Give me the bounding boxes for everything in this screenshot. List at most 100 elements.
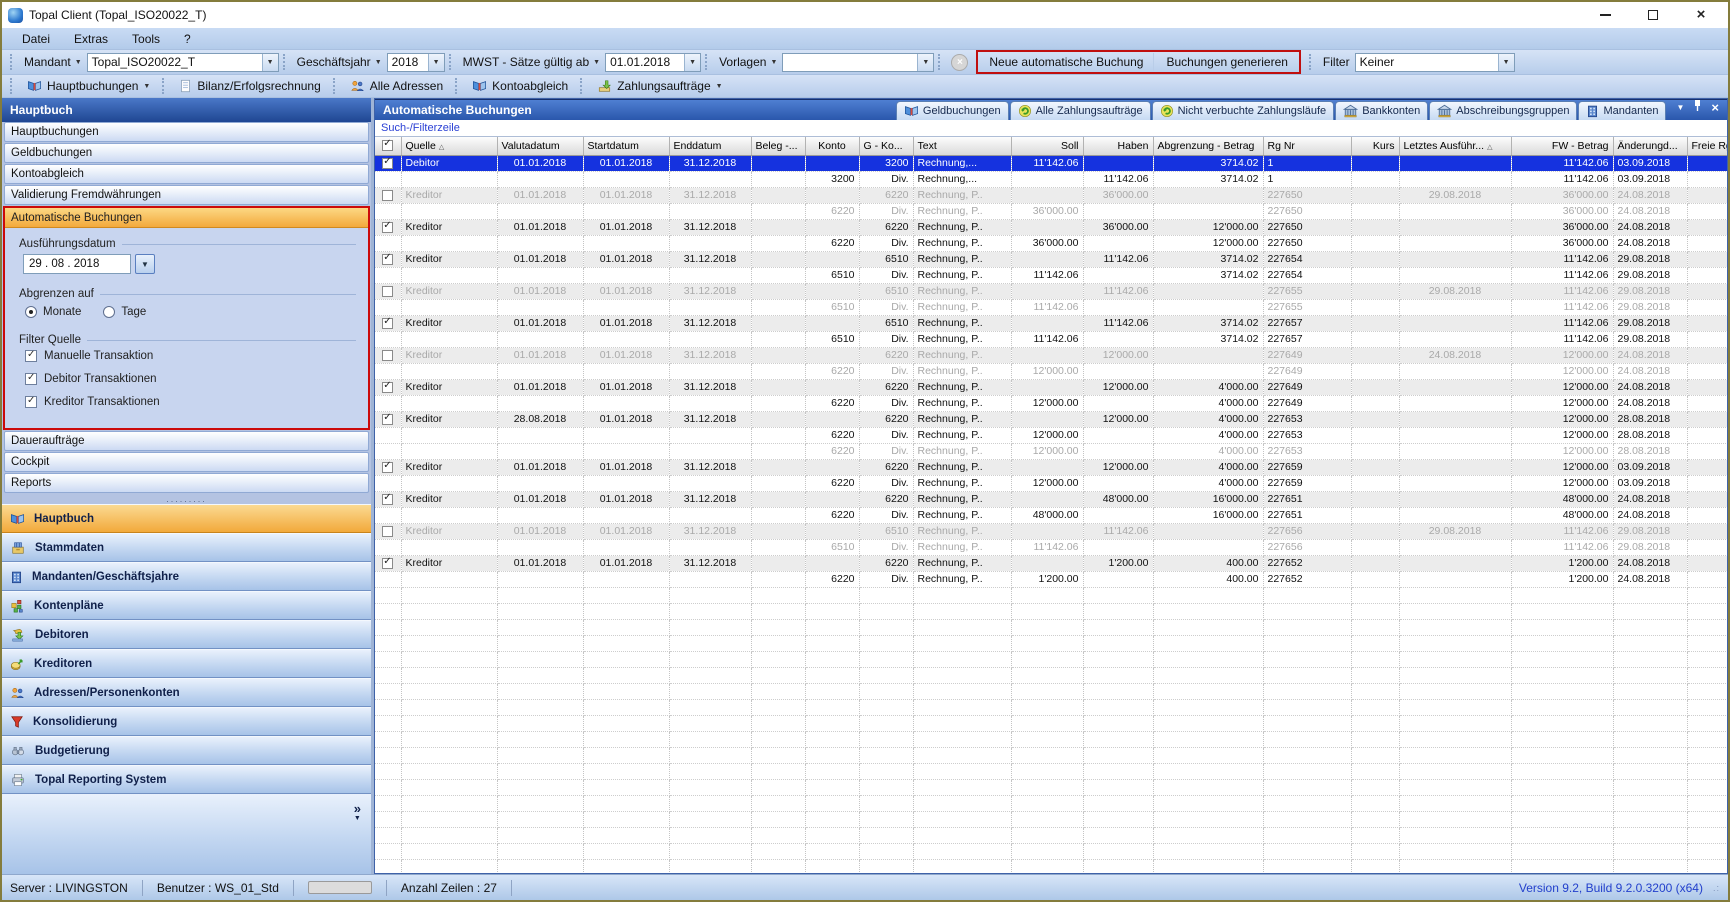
mwst-dropdown-label[interactable]: MWST - Sätze gültig ab▼ — [458, 53, 605, 71]
table-row[interactable]: Kreditor01.01.201801.01.201831.12.201862… — [375, 379, 1727, 395]
ausfuehrungsdatum-input[interactable]: 29 . 08 . 2018 — [23, 254, 131, 274]
configure-buttons-chevron-icon[interactable]: »▼ — [354, 804, 361, 874]
menu-item-tools[interactable]: Tools — [122, 30, 170, 48]
column-header-letztes[interactable]: Letztes Ausführ...△ — [1399, 137, 1511, 155]
column-header-fw[interactable]: FW - Betrag — [1511, 137, 1613, 155]
row-checkbox[interactable] — [382, 222, 393, 233]
column-header-aend[interactable]: Änderungd... — [1613, 137, 1687, 155]
vorlagen-dropdown-label[interactable]: Vorlagen▼ — [714, 53, 782, 71]
resize-grip[interactable]: .: — [1713, 883, 1720, 893]
row-checkbox[interactable] — [382, 318, 393, 329]
date-dropdown-button[interactable]: ▼ — [135, 254, 155, 274]
table-row[interactable]: Kreditor01.01.201801.01.201831.12.201862… — [375, 187, 1727, 203]
table-row[interactable]: Kreditor01.01.201801.01.201831.12.201862… — [375, 459, 1727, 475]
chevron-down-icon[interactable]: ▼ — [684, 54, 700, 71]
column-header-beleg[interactable]: Beleg -... — [751, 137, 805, 155]
filter-combobox[interactable]: Keiner ▼ — [1355, 53, 1515, 72]
row-checkbox[interactable] — [382, 414, 393, 425]
table-row[interactable]: 6220Div.Rechnung, P..36'000.0022765036'0… — [375, 203, 1727, 219]
nav-button-mandanten-geschäftsjahre[interactable]: Mandanten/Geschäftsjahre — [2, 562, 371, 591]
geschaeftsjahr-combobox[interactable]: 2018 ▼ — [387, 53, 445, 72]
table-row[interactable]: Kreditor01.01.201801.01.201831.12.201865… — [375, 251, 1727, 267]
close-button[interactable]: × — [1694, 8, 1708, 22]
table-row[interactable]: 6220Div.Rechnung, P..12'000.0022764912'0… — [375, 363, 1727, 379]
table-row[interactable]: 6510Div.Rechnung, P..11'142.063714.02227… — [375, 331, 1727, 347]
toolbar-grip[interactable] — [10, 78, 15, 94]
mandant-dropdown-label[interactable]: Mandant▼ — [19, 53, 87, 71]
row-checkbox[interactable] — [382, 558, 393, 569]
column-header-startdatum[interactable]: Startdatum — [583, 137, 669, 155]
sidebar-item-daueraufträge[interactable]: Daueraufträge — [4, 431, 369, 451]
column-header-text[interactable]: Text — [913, 137, 1011, 155]
nav-button-budgetierung[interactable]: Budgetierung — [2, 736, 371, 765]
table-row[interactable]: 6220Div.Rechnung, P..12'000.004'000.0022… — [375, 395, 1727, 411]
table-row[interactable]: 6220Div.Rechnung, P..12'000.004'000.0022… — [375, 427, 1727, 443]
new-automatic-booking-button[interactable]: Neue automatische Buchung — [979, 53, 1154, 71]
table-row[interactable]: 6220Div.Rechnung, P..12'000.004'000.0022… — [375, 475, 1727, 491]
nav-button-debitoren[interactable]: Debitoren — [2, 620, 371, 649]
column-header-haben[interactable]: Haben — [1083, 137, 1153, 155]
nav-button-adressen-personenkonten[interactable]: Adressen/Personenkonten — [2, 678, 371, 707]
column-header-valutadatum[interactable]: Valutadatum — [497, 137, 583, 155]
table-row[interactable]: 6220Div.Rechnung, P..12'000.004'000.0022… — [375, 443, 1727, 459]
toolbar-button-kontoabgleich[interactable]: Kontoabgleich — [464, 77, 576, 95]
checkbox-kreditor-transaktionen[interactable]: Kreditor Transaktionen — [25, 396, 356, 408]
column-header-kurs[interactable]: Kurs — [1351, 137, 1399, 155]
column-header-soll[interactable]: Soll — [1011, 137, 1083, 155]
sidebar-item-cockpit[interactable]: Cockpit — [4, 452, 369, 472]
radio-tage[interactable]: Tage — [103, 306, 146, 318]
mandant-combobox[interactable]: Topal_ISO20022_T ▼ — [87, 53, 279, 72]
sidebar-item-validierung-fremdwährungen[interactable]: Validierung Fremdwährungen — [4, 185, 369, 205]
toolbar-grip[interactable] — [162, 78, 167, 94]
table-row[interactable]: Kreditor01.01.201801.01.201831.12.201862… — [375, 491, 1727, 507]
vorlagen-combobox[interactable]: ▼ — [782, 53, 934, 72]
row-checkbox[interactable] — [382, 254, 393, 265]
toolbar-button-bilanz-erfolgsrechnung[interactable]: Bilanz/Erfolgsrechnung — [171, 77, 328, 95]
search-filter-row[interactable]: Such-/Filterzeile — [375, 120, 1727, 137]
menu-item-[interactable]: ? — [174, 30, 201, 48]
table-row[interactable]: Debitor01.01.201801.01.201831.12.2018320… — [375, 155, 1727, 171]
table-row[interactable]: Kreditor01.01.201801.01.201831.12.201862… — [375, 347, 1727, 363]
row-checkbox[interactable] — [382, 350, 393, 361]
row-checkbox[interactable] — [382, 286, 393, 297]
tab-alle-zahlungsaufträge[interactable]: Alle Zahlungsaufträge — [1010, 101, 1151, 120]
toolbar-button-hauptbuchungen[interactable]: Hauptbuchungen▼ — [19, 77, 158, 95]
table-row[interactable]: Kreditor28.08.201801.01.201831.12.201862… — [375, 411, 1727, 427]
chevron-down-icon[interactable]: ▼ — [917, 54, 933, 71]
nav-button-kontenpläne[interactable]: Kontenpläne — [2, 591, 371, 620]
toolbar-grip[interactable] — [938, 54, 943, 70]
tab-list-dropdown-icon[interactable]: ▼ — [1676, 103, 1684, 112]
table-row[interactable]: 6220Div.Rechnung, P..48'000.0016'000.002… — [375, 507, 1727, 523]
table-row[interactable]: Kreditor01.01.201801.01.201831.12.201862… — [375, 555, 1727, 571]
pin-icon[interactable] — [1693, 98, 1702, 116]
clear-template-icon[interactable]: × — [951, 54, 968, 71]
menu-item-extras[interactable]: Extras — [64, 30, 118, 48]
tab-geldbuchungen[interactable]: Geldbuchungen — [896, 101, 1009, 120]
column-header-gko[interactable]: G - Ko... — [859, 137, 913, 155]
row-checkbox[interactable] — [382, 382, 393, 393]
toolbar-grip[interactable] — [10, 54, 15, 70]
column-header-quelle[interactable]: Quelle△ — [401, 137, 497, 155]
menu-item-datei[interactable]: Datei — [12, 30, 60, 48]
toolbar-grip[interactable] — [333, 78, 338, 94]
maximize-button[interactable] — [1646, 8, 1660, 22]
column-header-abgrenzung[interactable]: Abgrenzung - Betrag — [1153, 137, 1263, 155]
select-all-checkbox[interactable] — [382, 140, 393, 151]
minimize-button[interactable] — [1598, 8, 1612, 22]
radio-monate[interactable]: Monate — [25, 306, 81, 318]
table-row[interactable]: Kreditor01.01.201801.01.201831.12.201865… — [375, 283, 1727, 299]
tab-bankkonten[interactable]: Bankkonten — [1335, 101, 1428, 120]
column-header-enddatum[interactable]: Enddatum — [669, 137, 751, 155]
mwst-date-combobox[interactable]: 01.01.2018 ▼ — [605, 53, 701, 72]
row-checkbox[interactable] — [382, 526, 393, 537]
chevron-down-icon[interactable]: ▼ — [262, 54, 278, 71]
toolbar-grip[interactable] — [283, 54, 288, 70]
row-checkbox[interactable] — [382, 158, 393, 169]
table-row[interactable]: 6220Div.Rechnung, P..1'200.00400.0022765… — [375, 571, 1727, 587]
tab-nicht-verbuchte-zahlungsläufe[interactable]: Nicht verbuchte Zahlungsläufe — [1152, 101, 1335, 120]
table-row[interactable]: 6510Div.Rechnung, P..11'142.0622765511'1… — [375, 299, 1727, 315]
sidebar-item-geldbuchungen[interactable]: Geldbuchungen — [4, 143, 369, 163]
column-header-sel[interactable] — [375, 137, 401, 155]
toolbar-button-alle-adressen[interactable]: Alle Adressen — [342, 77, 451, 95]
chevron-down-icon[interactable]: ▼ — [1498, 54, 1514, 71]
